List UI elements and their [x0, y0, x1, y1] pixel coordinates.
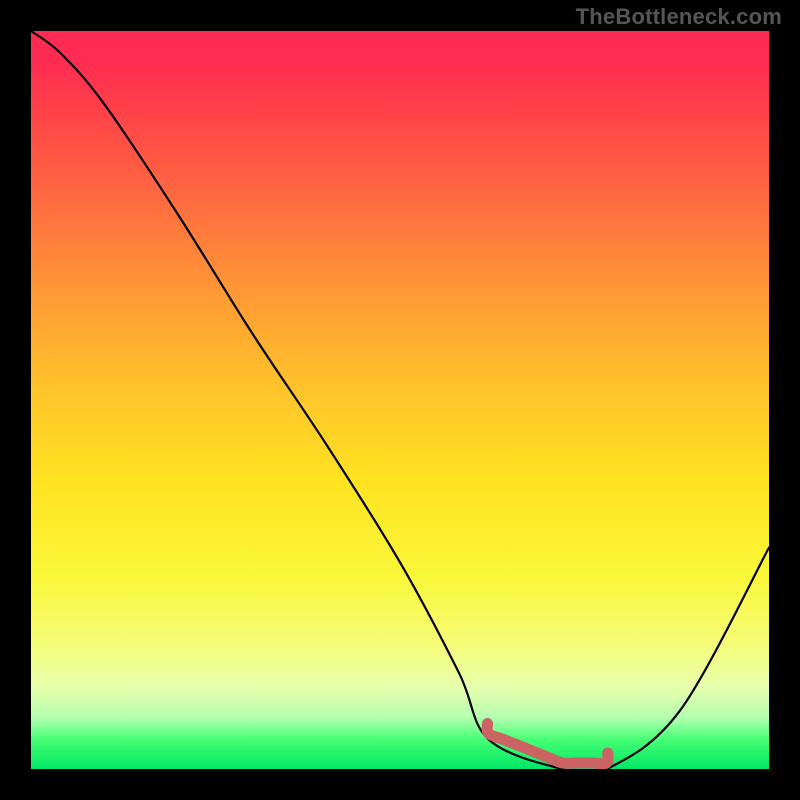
plot-area: [31, 31, 769, 769]
bottleneck-curve: [31, 31, 769, 769]
optimal-band-marker: [487, 723, 608, 763]
chart-frame: TheBottleneck.com: [0, 0, 800, 800]
curve-layer: [31, 31, 769, 769]
watermark-text: TheBottleneck.com: [576, 4, 782, 30]
